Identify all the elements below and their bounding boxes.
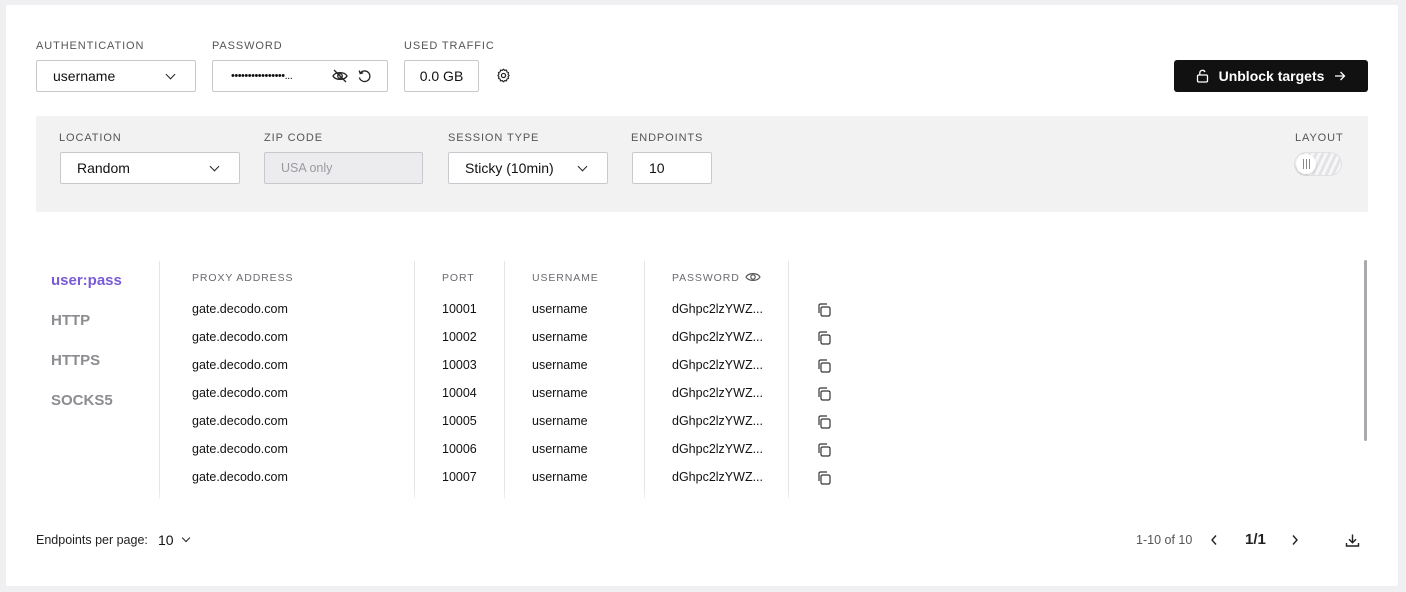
cell-port: 10001	[442, 302, 477, 316]
used-traffic-value: 0.0 GB	[404, 60, 479, 92]
table-divider	[504, 261, 505, 499]
session-type-label: SESSION TYPE	[448, 132, 540, 144]
copy-icon[interactable]	[816, 442, 832, 458]
proxy-setup-card: AUTHENTICATION username PASSWORD •••••••…	[6, 5, 1398, 586]
password-label: PASSWORD	[212, 40, 283, 52]
location-label: LOCATION	[59, 132, 122, 144]
table-divider	[159, 261, 160, 499]
copy-icon[interactable]	[816, 358, 832, 374]
cell-port: 10006	[442, 442, 477, 456]
cell-password: dGhpc2lzYWZ...	[672, 442, 763, 456]
cell-port: 10007	[442, 470, 477, 484]
zip-code-placeholder: USA only	[281, 161, 333, 175]
arrow-right-icon	[1335, 71, 1346, 81]
copy-icon[interactable]	[816, 414, 832, 430]
cell-password: dGhpc2lzYWZ...	[672, 330, 763, 344]
tab-user-pass[interactable]: user:pass	[51, 272, 122, 289]
cell-port: 10002	[442, 330, 477, 344]
pagination-page: 1/1	[1245, 531, 1266, 548]
cell-address: gate.decodo.com	[192, 386, 288, 400]
endpoints-per-page-select[interactable]: 10	[158, 531, 202, 549]
cell-username: username	[532, 386, 588, 400]
endpoints-label: ENDPOINTS	[631, 132, 704, 144]
layout-label: LAYOUT	[1295, 132, 1344, 144]
copy-icon[interactable]	[816, 330, 832, 346]
cell-port: 10005	[442, 414, 477, 428]
tab-https[interactable]: HTTPS	[51, 352, 100, 369]
download-icon[interactable]	[1343, 531, 1361, 549]
authentication-value: username	[53, 68, 116, 84]
cell-username: username	[532, 302, 588, 316]
chevron-right-icon[interactable]	[1287, 532, 1303, 548]
pagination-range: 1-10 of 10	[1136, 533, 1193, 547]
cell-username: username	[532, 470, 588, 484]
cell-address: gate.decodo.com	[192, 330, 288, 344]
table-divider	[414, 261, 415, 499]
header-port: PORT	[442, 272, 475, 284]
tab-http[interactable]: HTTP	[51, 312, 90, 329]
endpoints-per-page-label: Endpoints per page:	[36, 533, 148, 547]
copy-icon[interactable]	[816, 302, 832, 318]
chevron-down-icon	[209, 161, 220, 172]
session-type-select[interactable]: Sticky (10min)	[448, 152, 608, 184]
table-divider	[644, 261, 645, 499]
cell-username: username	[532, 330, 588, 344]
cell-password: dGhpc2lzYWZ...	[672, 386, 763, 400]
password-field[interactable]: ••••••••••••••••...	[212, 60, 388, 92]
chevron-down-icon	[165, 69, 176, 80]
header-username: USERNAME	[532, 272, 599, 284]
chevron-left-icon[interactable]	[1206, 532, 1222, 548]
header-proxy-address: PROXY ADDRESS	[192, 272, 294, 284]
tab-socks5[interactable]: SOCKS5	[51, 392, 113, 409]
cell-password: dGhpc2lzYWZ...	[672, 470, 763, 484]
unblock-targets-button[interactable]: Unblock targets	[1174, 60, 1368, 92]
eye-off-icon[interactable]	[331, 68, 349, 84]
layout-toggle[interactable]	[1294, 152, 1342, 176]
unblock-targets-label: Unblock targets	[1218, 68, 1325, 84]
endpoints-input[interactable]: 10	[632, 152, 712, 184]
eye-icon[interactable]	[744, 270, 762, 284]
location-select[interactable]: Random	[60, 152, 240, 184]
chevron-down-icon	[577, 161, 588, 172]
cell-username: username	[532, 358, 588, 372]
table-divider	[788, 261, 789, 499]
location-value: Random	[77, 160, 130, 176]
password-value: ••••••••••••••••...	[231, 70, 293, 82]
cell-username: username	[532, 414, 588, 428]
table-fade	[156, 491, 856, 505]
copy-icon[interactable]	[816, 470, 832, 486]
table-scrollbar[interactable]	[1364, 260, 1367, 441]
endpoints-value: 10	[649, 160, 665, 176]
cell-address: gate.decodo.com	[192, 442, 288, 456]
unlock-icon	[1196, 69, 1208, 83]
header-password: PASSWORD	[672, 272, 740, 284]
cell-address: gate.decodo.com	[192, 302, 288, 316]
chevron-down-icon	[181, 533, 190, 543]
cell-password: dGhpc2lzYWZ...	[672, 302, 763, 316]
cell-password: dGhpc2lzYWZ...	[672, 358, 763, 372]
filter-panel: LOCATION Random ZIP CODE USA only SESSIO…	[36, 116, 1368, 212]
zip-code-label: ZIP CODE	[264, 132, 323, 144]
cell-username: username	[532, 442, 588, 456]
cell-password: dGhpc2lzYWZ...	[672, 414, 763, 428]
copy-icon[interactable]	[816, 386, 832, 402]
authentication-select[interactable]: username	[36, 60, 196, 92]
zip-code-input[interactable]: USA only	[264, 152, 423, 184]
gear-icon[interactable]	[495, 67, 511, 83]
session-type-value: Sticky (10min)	[465, 160, 554, 176]
authentication-label: AUTHENTICATION	[36, 40, 145, 52]
endpoints-per-page-value: 10	[158, 532, 174, 548]
cell-address: gate.decodo.com	[192, 470, 288, 484]
used-traffic-label: USED TRAFFIC	[404, 40, 495, 52]
toggle-knob	[1296, 154, 1316, 174]
cell-port: 10003	[442, 358, 477, 372]
cell-address: gate.decodo.com	[192, 358, 288, 372]
cell-address: gate.decodo.com	[192, 414, 288, 428]
refresh-icon[interactable]	[355, 68, 373, 84]
cell-port: 10004	[442, 386, 477, 400]
